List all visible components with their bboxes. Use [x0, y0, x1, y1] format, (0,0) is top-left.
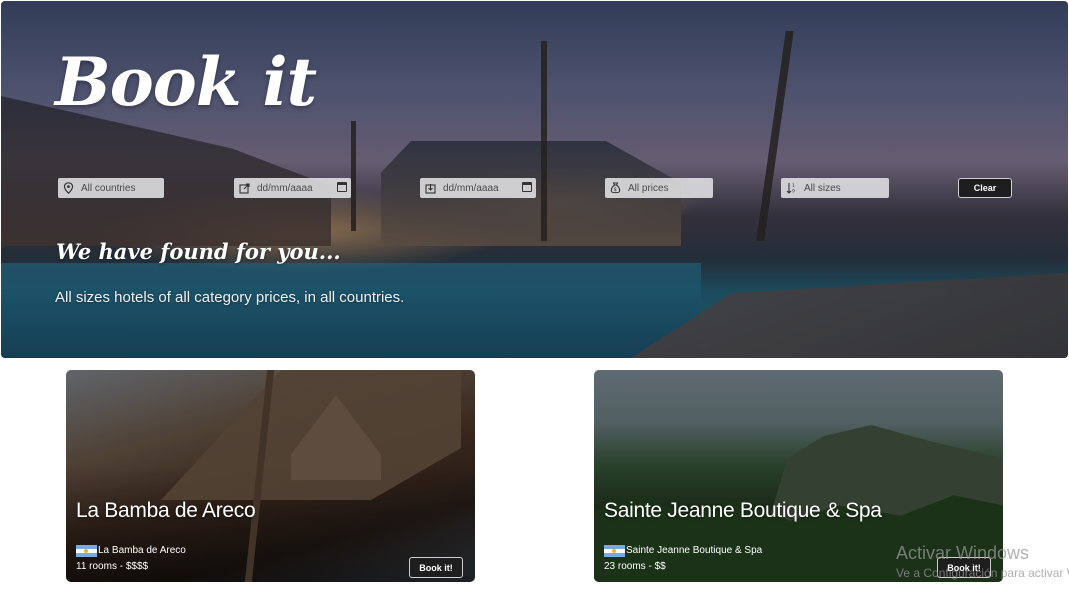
size-select-value: All sizes	[804, 182, 841, 194]
hotel-flag-label: Sainte Jeanne Boutique & Spa	[626, 545, 763, 556]
hotel-summary: 11 rooms - $$$$	[76, 561, 149, 572]
book-it-button[interactable]: Book it!	[409, 557, 463, 578]
hotel-details: Sainte Jeanne Boutique & Spa 23 rooms - …	[604, 544, 762, 572]
hotel-name: Sainte Jeanne Boutique & Spa	[604, 499, 882, 522]
check-in-date-placeholder: dd/mm/aaaa	[257, 182, 313, 194]
argentina-flag-icon	[604, 544, 625, 557]
results-heading: We have found for you...	[56, 239, 341, 264]
size-select[interactable]: 19 All sizes	[781, 178, 889, 198]
money-bag-icon: $	[609, 182, 622, 195]
sort-icon: 19	[785, 182, 798, 195]
check-in-date-input[interactable]: dd/mm/aaaa	[234, 178, 351, 198]
hotel-name: La Bamba de Areco	[76, 499, 256, 522]
watermark-subtitle: Ve a Configuración para activar Windows.	[896, 566, 1069, 580]
hotel-flag-label: La Bamba de Areco	[98, 545, 186, 556]
svg-text:$: $	[614, 187, 617, 193]
search-filters: All countries dd/mm/aaaa dd/mm/aaaa $ Al…	[1, 178, 1068, 200]
country-select-value: All countries	[81, 182, 136, 194]
hotel-details: La Bamba de Areco 11 rooms - $$$$	[76, 544, 186, 572]
map-pin-icon	[62, 182, 75, 195]
hotel-card[interactable]: La Bamba de Areco La Bamba de Areco 11 r…	[66, 370, 475, 582]
svg-text:1: 1	[792, 183, 795, 189]
hero-banner: Book it All countries dd/mm/aaaa dd/mm/a…	[1, 1, 1068, 358]
check-out-date-input[interactable]: dd/mm/aaaa	[420, 178, 536, 198]
watermark-title: Activar Windows	[896, 543, 1030, 563]
argentina-flag-icon	[76, 544, 97, 557]
calendar-icon[interactable]	[522, 182, 532, 192]
results-subheading: All sizes hotels of all category prices,…	[55, 289, 405, 306]
price-select-value: All prices	[628, 182, 669, 194]
hotel-summary: 23 rooms - $$	[604, 561, 666, 572]
windows-activation-watermark: Activar Windows Ve a Configuración para …	[896, 543, 1069, 580]
country-select[interactable]: All countries	[58, 178, 164, 198]
calendar-icon[interactable]	[337, 182, 347, 192]
price-select[interactable]: $ All prices	[605, 178, 713, 198]
clear-filters-button[interactable]: Clear	[958, 178, 1012, 198]
check-out-date-placeholder: dd/mm/aaaa	[443, 182, 499, 194]
check-out-icon	[424, 182, 437, 195]
brand-logo[interactable]: Book it	[55, 43, 317, 121]
svg-text:9: 9	[792, 189, 795, 195]
check-in-icon	[238, 182, 251, 195]
